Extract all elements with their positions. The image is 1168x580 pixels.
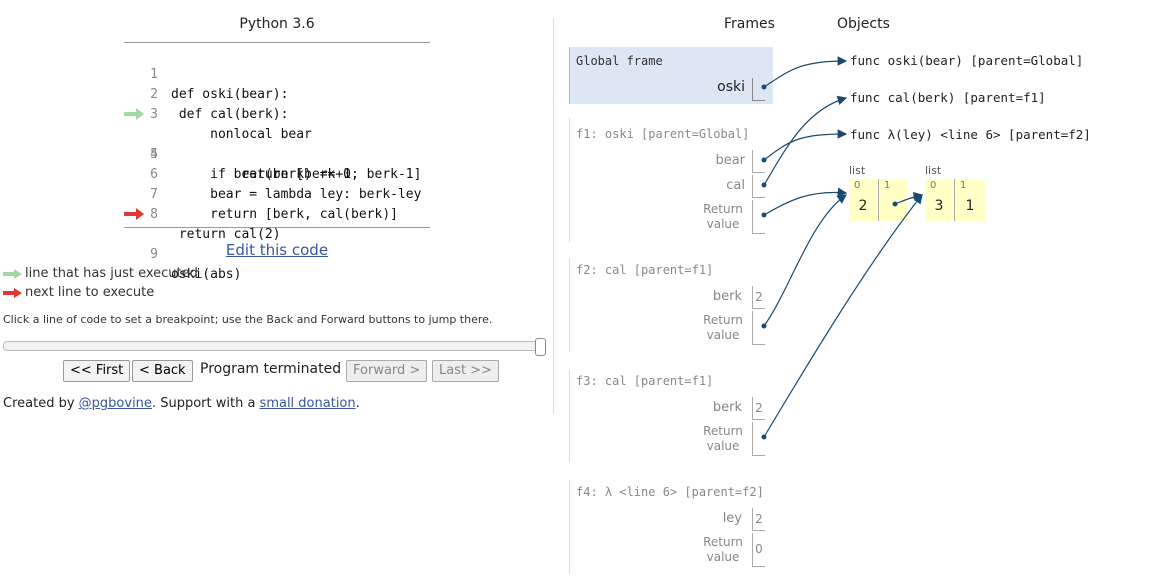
code-line[interactable]: 4 if bear(berk) == 0: — [124, 105, 430, 182]
credit-suffix: . — [355, 396, 360, 411]
language-title: Python 3.6 — [239, 16, 315, 32]
code-line[interactable]: 5 return [berk+1, berk-1] — [124, 125, 430, 182]
f4-return-value: 0 — [752, 533, 765, 567]
code-line[interactable]: 7 return [berk, cal(berk)] — [124, 165, 430, 222]
var-berk-value: 2 — [752, 397, 765, 420]
legend-executed: line that has just executed — [3, 265, 198, 283]
f4-return-label: Return value — [703, 535, 743, 564]
pointer-f3-return-to-list — [763, 194, 923, 438]
list-value: 2 — [858, 198, 868, 214]
var-berk-value: 2 — [752, 286, 765, 309]
list-2-cell-1: 1 1 — [954, 179, 985, 221]
legend-executed-label: line that has just executed — [25, 266, 198, 281]
next-line-arrow-icon — [124, 208, 144, 220]
list-index: 0 — [930, 180, 937, 191]
executed-arrow-icon — [124, 108, 144, 120]
code-line[interactable]: 8 return cal(2) — [124, 185, 430, 242]
f2-return-value — [752, 311, 765, 345]
author-link[interactable]: @pgbovine — [79, 396, 152, 411]
frame-rail — [569, 258, 570, 352]
back-button[interactable]: < Back — [132, 360, 193, 382]
first-button[interactable]: << First — [63, 360, 131, 382]
var-bear: bear — [715, 153, 745, 168]
pointer-f2-return-to-list — [763, 194, 847, 327]
pane-divider — [553, 18, 554, 414]
execution-status: Program terminated — [200, 361, 342, 377]
objects-header: Objects — [837, 16, 890, 32]
f3-return-value — [752, 422, 765, 456]
var-cal-value — [752, 175, 765, 198]
code-listing: 1 def oski(bear): 2 def cal(berk): 3 non… — [124, 42, 430, 282]
pointer-f1-return-to-list — [763, 187, 848, 216]
frame-f4-title: f4: λ <line 6> [parent=f2] — [576, 485, 764, 499]
list-2-cell-0: 0 3 — [925, 179, 953, 221]
f1-return-value — [752, 200, 765, 234]
list-index: 1 — [960, 180, 967, 191]
pointer-oski-to-func — [763, 56, 848, 88]
executed-arrow-icon — [3, 268, 22, 279]
step-slider-handle[interactable] — [535, 338, 546, 356]
credit-line: Created by @pgbovine. Support with a sma… — [3, 396, 360, 411]
list-index: 1 — [884, 180, 891, 191]
list-value: 3 — [934, 198, 944, 214]
var-ley-value: 2 — [752, 508, 765, 531]
var-berk: berk — [712, 400, 742, 415]
pointer-bear-to-lambda — [763, 129, 848, 161]
edit-code-link[interactable]: Edit this code — [124, 241, 430, 259]
credit-middle: . Support with a — [151, 396, 260, 411]
var-cal: cal — [726, 178, 745, 193]
func-oski-object: func oski(bear) [parent=Global] — [850, 53, 1084, 68]
list-2-tag: list — [925, 164, 942, 177]
donation-link[interactable]: small donation — [260, 396, 356, 411]
next-line-arrow-icon — [3, 287, 22, 298]
f2-return-label: Return value — [703, 313, 743, 342]
frame-f1-title: f1: oski [parent=Global] — [576, 127, 750, 141]
code-line[interactable]: 6 bear = lambda ley: berk-ley — [124, 145, 430, 202]
frame-f2-title: f2: cal [parent=f1] — [576, 263, 714, 277]
frames-header: Frames — [724, 16, 775, 32]
var-berk: berk — [712, 289, 742, 304]
step-slider[interactable] — [3, 341, 545, 351]
breakpoint-hint: Click a line of code to set a breakpoint… — [3, 313, 493, 326]
frame-f3-title: f3: cal [parent=f1] — [576, 374, 714, 388]
frame-rail — [569, 480, 570, 574]
list-1-tag: list — [849, 164, 866, 177]
code-line[interactable]: 2 def cal(berk): — [124, 65, 430, 122]
var-oski: oski — [717, 79, 745, 95]
pointer-cal-to-func — [763, 95, 848, 186]
list-value: 1 — [965, 198, 975, 214]
func-lambda-object: func λ(ley) <line 6> [parent=f2] — [850, 127, 1091, 142]
var-oski-value — [752, 78, 765, 101]
list-index: 0 — [854, 180, 861, 191]
frame-rail — [569, 118, 570, 242]
code-line[interactable]: 1 def oski(bear): — [124, 45, 430, 102]
global-frame-title: Global frame — [576, 54, 663, 68]
f3-return-label: Return value — [703, 424, 743, 453]
func-cal-object: func cal(berk) [parent=f1] — [850, 90, 1046, 105]
f1-return-label: Return value — [703, 202, 743, 231]
list-1-cell-0: 0 2 — [849, 179, 877, 221]
forward-button[interactable]: Forward > — [346, 360, 428, 382]
frame-rail — [569, 369, 570, 463]
credit-prefix: Created by — [3, 396, 79, 411]
code-line[interactable]: 9 oski(abs) — [124, 205, 430, 282]
var-ley: ley — [722, 511, 742, 526]
list-1-cell-1: 1 — [878, 179, 907, 221]
var-bear-value — [752, 150, 765, 173]
code-line[interactable]: 3 nonlocal bear — [124, 85, 430, 142]
legend-next-label: next line to execute — [25, 285, 155, 300]
legend-next: next line to execute — [3, 284, 154, 302]
last-button[interactable]: Last >> — [432, 360, 499, 382]
